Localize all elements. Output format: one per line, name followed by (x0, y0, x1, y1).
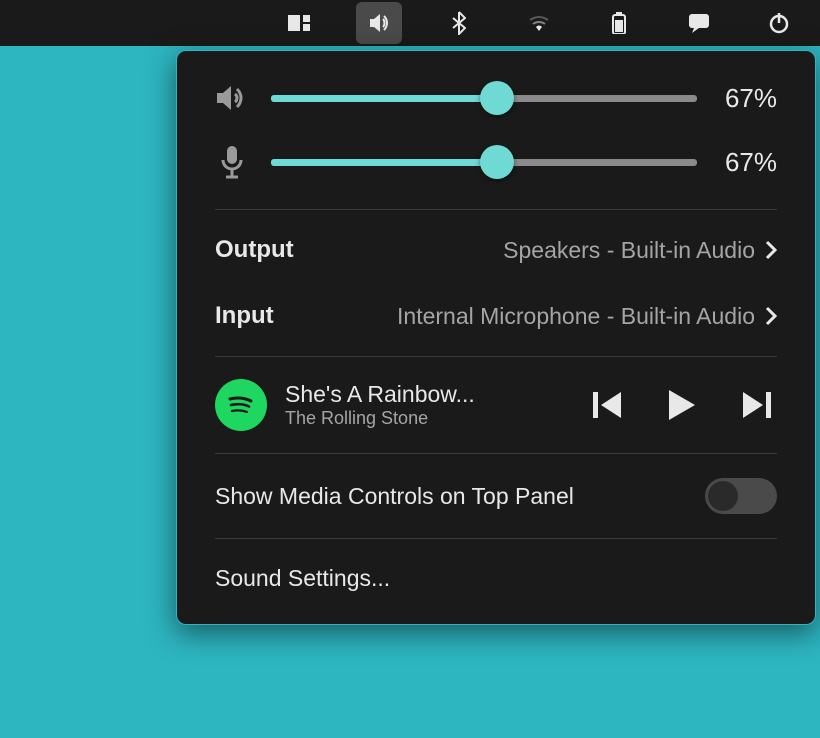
sound-panel: 67% 67% Output Speakers - Built-in Audio… (176, 50, 816, 625)
spotify-icon[interactable] (215, 379, 267, 431)
media-player-row: She's A Rainbow... The Rolling Stone (215, 379, 777, 431)
bluetooth-tray-icon[interactable] (436, 2, 482, 44)
volume-slider[interactable] (271, 81, 697, 115)
microphone-icon (215, 145, 249, 179)
input-label: Input (215, 302, 274, 330)
mic-slider[interactable] (271, 145, 697, 179)
divider (215, 356, 777, 357)
play-button[interactable] (669, 390, 695, 420)
previous-track-button[interactable] (593, 392, 621, 418)
top-panel (0, 0, 820, 46)
battery-tray-icon[interactable] (596, 2, 642, 44)
divider (215, 538, 777, 539)
applets-icon[interactable] (276, 2, 322, 44)
toggle-label: Show Media Controls on Top Panel (215, 483, 574, 510)
notifications-tray-icon[interactable] (676, 2, 722, 44)
volume-percent: 67% (719, 83, 777, 114)
media-controls-toggle-row: Show Media Controls on Top Panel (215, 478, 777, 514)
speaker-icon (215, 83, 249, 113)
input-selector[interactable]: Input Internal Microphone - Built-in Aud… (215, 302, 777, 330)
chevron-right-icon (765, 240, 777, 260)
chevron-right-icon (765, 306, 777, 326)
media-controls-toggle[interactable] (705, 478, 777, 514)
sound-settings-link[interactable]: Sound Settings... (215, 565, 777, 602)
divider (215, 453, 777, 454)
mic-row: 67% (215, 145, 777, 179)
output-label: Output (215, 236, 294, 264)
wifi-tray-icon[interactable] (516, 2, 562, 44)
divider (215, 209, 777, 210)
output-selector[interactable]: Output Speakers - Built-in Audio (215, 236, 777, 264)
sound-tray-icon[interactable] (356, 2, 402, 44)
volume-row: 67% (215, 81, 777, 115)
input-value: Internal Microphone - Built-in Audio (397, 303, 755, 330)
mic-percent: 67% (719, 147, 777, 178)
media-title: She's A Rainbow... (285, 381, 575, 408)
power-tray-icon[interactable] (756, 2, 802, 44)
output-value: Speakers - Built-in Audio (503, 237, 755, 264)
media-artist: The Rolling Stone (285, 408, 575, 429)
next-track-button[interactable] (743, 392, 771, 418)
